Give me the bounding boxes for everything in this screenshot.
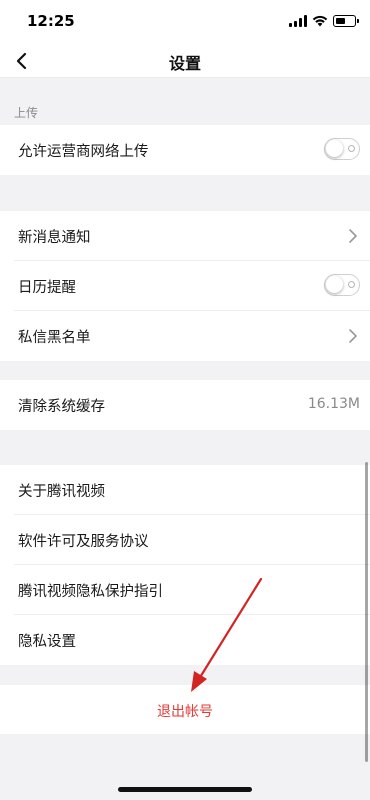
annotation-arrow-icon	[191, 577, 263, 692]
row-calendar-reminder[interactable]: 日历提醒	[14, 261, 370, 311]
nav-bar: 设置	[0, 44, 370, 78]
row-label: 软件许可及服务协议	[18, 534, 149, 550]
row-about[interactable]: 关于腾讯视频	[14, 465, 370, 515]
row-label: 日历提醒	[18, 280, 76, 296]
wifi-icon	[312, 15, 328, 27]
status-time: 12:25	[27, 12, 75, 30]
status-bar: 12:25	[0, 0, 370, 44]
row-clear-cache[interactable]: 清除系统缓存 16.13M	[14, 380, 370, 430]
row-label: 腾讯视频隐私保护指引	[18, 584, 163, 600]
home-indicator[interactable]	[118, 787, 252, 792]
group-cache: 清除系统缓存 16.13M	[0, 380, 370, 430]
status-icons	[289, 14, 359, 28]
battery-icon	[333, 15, 359, 27]
row-label: 新消息通知	[18, 230, 91, 246]
page-title: 设置	[168, 54, 201, 73]
logout-label: 退出帐号	[157, 704, 213, 720]
cache-size-value: 16.13M	[307, 396, 360, 412]
row-message-blacklist[interactable]: 私信黑名单	[14, 311, 370, 361]
group-notify: 新消息通知 日历提醒 私信黑名单	[0, 211, 370, 361]
carrier-upload-toggle[interactable]	[324, 138, 360, 160]
calendar-reminder-toggle[interactable]	[324, 274, 360, 296]
row-label: 清除系统缓存	[18, 399, 105, 415]
chevron-right-icon	[349, 229, 357, 243]
cellular-signal-icon	[289, 15, 307, 27]
section-header-upload: 上传	[14, 106, 39, 120]
group-upload: 允许运营商网络上传	[0, 125, 370, 175]
row-label: 关于腾讯视频	[18, 484, 105, 500]
row-carrier-upload[interactable]: 允许运营商网络上传	[14, 125, 370, 175]
row-license-agreement[interactable]: 软件许可及服务协议	[14, 515, 370, 565]
row-label: 私信黑名单	[18, 330, 91, 346]
row-new-message-notify[interactable]: 新消息通知	[14, 211, 370, 261]
row-label: 隐私设置	[18, 634, 76, 650]
chevron-right-icon	[349, 329, 357, 343]
scrollbar[interactable]	[365, 462, 368, 762]
row-label: 允许运营商网络上传	[18, 144, 149, 160]
